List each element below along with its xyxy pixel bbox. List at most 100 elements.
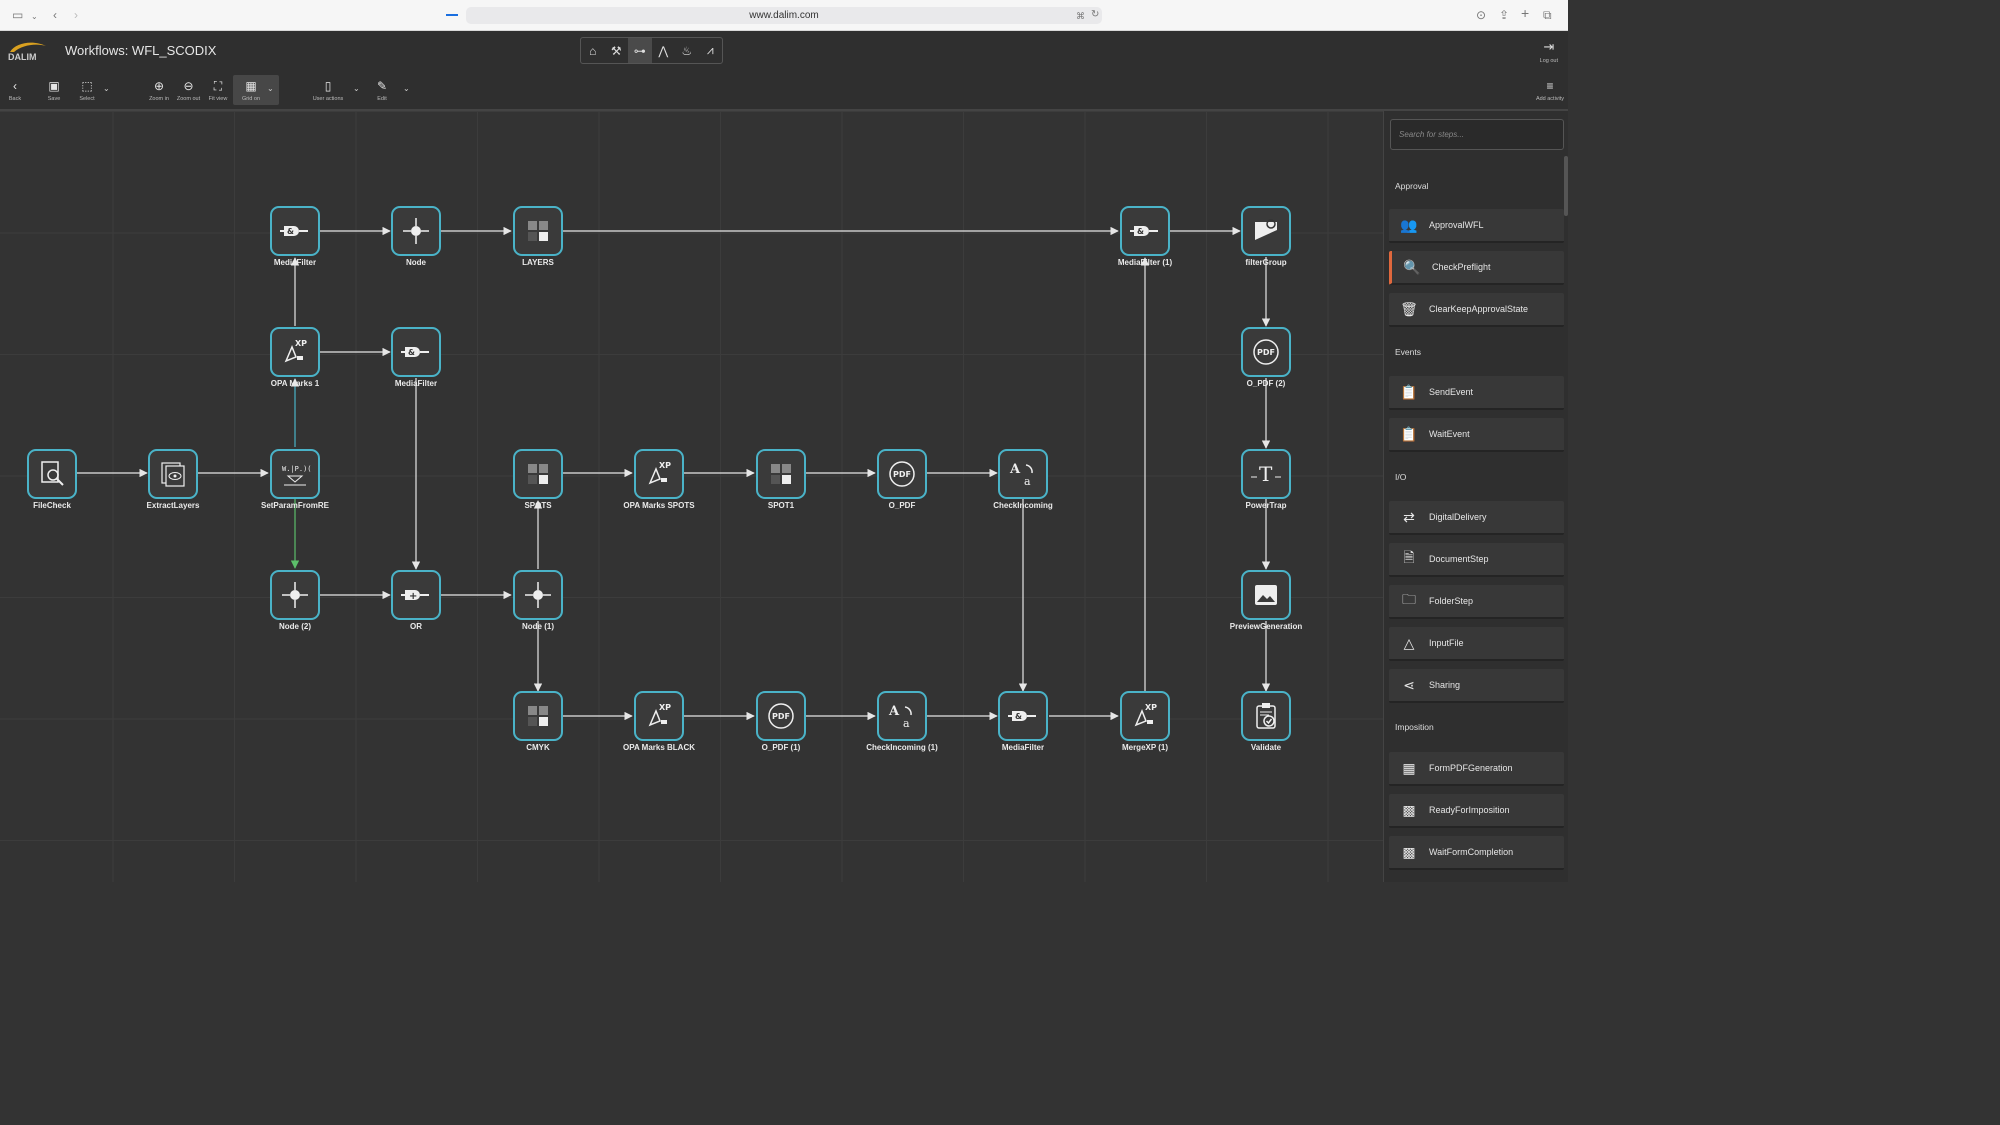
node-validate[interactable] [1241,691,1291,741]
search-steps-input[interactable]: Search for steps... [1390,119,1564,150]
logout-button[interactable]: ⇥ Log out [1540,39,1558,64]
node-opa-marks-spots[interactable]: XP [634,449,684,499]
node-label: SPOTS [524,501,552,510]
node-powertrap[interactable]: T [1241,449,1291,499]
node-setparamfromre[interactable]: W.|P.)( [270,449,320,499]
node-or[interactable]: + [391,570,441,620]
compass-icon[interactable]: ⋀ [652,38,676,63]
forward-nav-icon[interactable]: › [74,8,78,22]
cmyk-icon [771,464,791,484]
node-label: MediaFilter [273,258,317,267]
fit-view-button[interactable]: ⛶ Fit view [206,79,230,102]
xp-icon: XP [284,339,307,363]
node-node-2[interactable] [270,570,320,620]
svg-text:XP: XP [295,339,307,348]
node-opa-marks-black[interactable]: XP [634,691,684,741]
grid-on-button[interactable]: ▦ Grid on [238,79,264,102]
step-sharing[interactable]: ⋖ Sharing [1389,669,1564,703]
node-node-1[interactable] [513,570,563,620]
file-search-icon [41,461,64,486]
node-label: MergeXP (1) [1121,743,1169,752]
flame-icon[interactable]: ♨ [675,38,699,63]
node-label: SPOT1 [767,501,795,510]
hub-icon [282,582,308,608]
node-cmyk[interactable] [513,691,563,741]
hub-icon [525,582,551,608]
node-layers[interactable] [513,206,563,256]
svg-text:&: & [287,227,294,236]
tabs-overview-icon[interactable]: ⧉ [1543,8,1552,22]
node-label: SetParamFromRE [260,501,330,510]
node-label: OR [410,622,422,631]
tools-icon[interactable]: ⚒ [605,38,629,63]
edit-button[interactable]: ✎ Edit [372,79,392,102]
step-folderstep[interactable]: 🗀 FolderStep [1389,585,1564,619]
node-label: O_PDF (2) [1246,379,1286,388]
step-checkpreflight[interactable]: 🔍 CheckPreflight [1389,251,1564,285]
download-icon[interactable]: ⊙ [1476,8,1486,22]
scrollbar[interactable] [1564,156,1568,216]
node-extractlayers[interactable] [148,449,198,499]
node-o-pdf-2[interactable]: PDF [1241,327,1291,377]
chevron-down-icon[interactable]: ⌄ [103,84,110,93]
node-node-top[interactable] [391,206,441,256]
cmyk-icon [528,221,548,241]
url-field[interactable]: www.dalim.com [466,7,1102,24]
filter-group-icon [1255,219,1277,240]
translate-icon[interactable]: ⌘ [1076,9,1085,23]
step-readyforimposition[interactable]: ▩ ReadyForImposition [1389,794,1564,828]
chevron-down-icon[interactable]: ⌄ [403,84,410,93]
node-checkincoming-1[interactable]: Aa [877,691,927,741]
node-o-pdf[interactable]: PDF [877,449,927,499]
node-mediafilter-top[interactable]: & [270,206,320,256]
chevron-down-icon[interactable]: ⌄ [267,84,274,93]
or-gate-icon: + [401,590,429,602]
step-inputfile[interactable]: △ InputFile [1389,627,1564,661]
zoom-out-button[interactable]: ⊖ Zoom out [175,79,202,102]
node-mediafilter-mid[interactable]: & [391,327,441,377]
user-actions-button[interactable]: ▯ User actions [309,79,347,102]
svg-text:+: + [409,591,417,602]
xp-icon: XP [1134,703,1157,727]
sidebar-toggle-icon[interactable]: ▭ [12,8,23,22]
workflow-canvas[interactable] [0,111,1383,882]
add-activity-button[interactable]: ≡ Add activity [1533,79,1567,102]
node-mediafilter-1[interactable]: & [1120,206,1170,256]
node-previewgeneration[interactable] [1241,570,1291,620]
node-o-pdf-1[interactable]: PDF [756,691,806,741]
node-label: PowerTrap [1245,501,1287,510]
step-digitaldelivery[interactable]: ⇄ DigitalDelivery [1389,501,1564,535]
node-label: MediaFilter [1001,743,1045,752]
pdf-icon: PDF [1253,339,1279,365]
zoom-in-button[interactable]: ⊕ Zoom in [146,79,172,102]
save-button[interactable]: ▣ Save [44,79,64,102]
chevron-down-icon[interactable]: ⌄ [31,10,38,24]
node-spots[interactable] [513,449,563,499]
step-documentstep[interactable]: 🗎 DocumentStep [1389,543,1564,577]
back-nav-icon[interactable]: ‹ [53,8,57,22]
home-icon[interactable]: ⌂ [581,38,605,63]
step-approvalwfl[interactable]: 👥 ApprovalWFL [1389,209,1564,243]
share-icon[interactable]: ⇪ [1499,8,1509,22]
step-sendevent[interactable]: 📋 SendEvent [1389,376,1564,410]
chevron-down-icon[interactable]: ⌄ [353,84,360,93]
node-label: OPA Marks SPOTS [623,501,695,510]
select-button[interactable]: ⬚ Select [76,79,98,102]
analytics-icon[interactable]: ⩘ [699,38,723,63]
node-checkincoming[interactable]: Aa [998,449,1048,499]
step-waitformcompletion[interactable]: ▩ WaitFormCompletion [1389,836,1564,870]
node-opa-marks-1[interactable]: XP [270,327,320,377]
step-clearkeepapprovalstate[interactable]: 🗑 ClearKeepApprovalState [1389,293,1564,327]
step-formpdfgeneration[interactable]: ▦ FormPDFGeneration [1389,752,1564,786]
node-spot1[interactable] [756,449,806,499]
back-button[interactable]: ‹ Back [6,79,24,102]
node-mergexp-1[interactable]: XP [1120,691,1170,741]
workflow-icon[interactable]: ⊶ [628,38,652,63]
pdf-icon: PDF [768,703,794,729]
node-filecheck[interactable] [27,449,77,499]
step-waitevent[interactable]: 📋 WaitEvent [1389,418,1564,452]
node-mediafilter-bottom[interactable]: & [998,691,1048,741]
new-tab-icon[interactable]: + [1521,6,1529,20]
node-filtergroup[interactable] [1241,206,1291,256]
reload-icon[interactable]: ↻ [1091,8,1099,22]
